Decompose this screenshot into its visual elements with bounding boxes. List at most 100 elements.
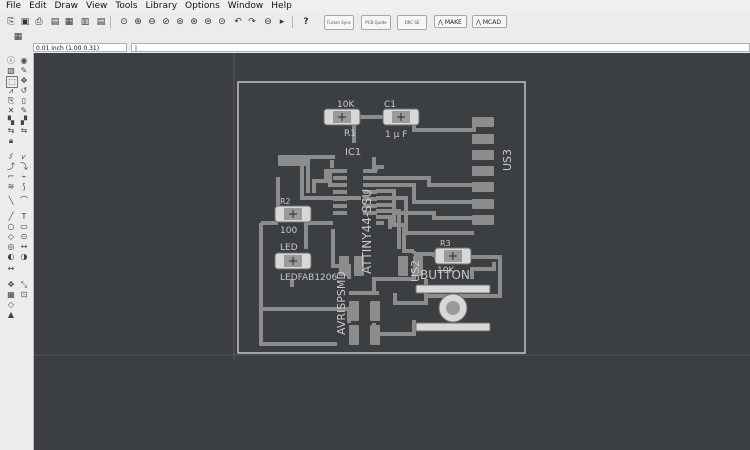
errors-icon[interactable]: ⊡ xyxy=(19,290,29,300)
make-button[interactable]: ⋀ MAKE xyxy=(434,15,467,28)
show-icon[interactable]: ◉ xyxy=(19,56,29,66)
zoom-out-icon[interactable]: ⊖ xyxy=(146,16,158,28)
warning-icon[interactable]: ▲ xyxy=(6,310,16,320)
pad xyxy=(363,169,377,173)
wire-icon[interactable]: ╲ xyxy=(6,196,16,206)
split-icon[interactable]: ⫽ xyxy=(6,152,16,162)
menu-library[interactable]: Library xyxy=(142,0,181,13)
dimension-icon[interactable]: ↔ xyxy=(19,242,29,252)
via-icon[interactable]: ⊙ xyxy=(19,232,29,242)
polygon-icon[interactable]: ◇ xyxy=(6,232,16,242)
menu-draw[interactable]: Draw xyxy=(51,0,83,13)
trace xyxy=(259,223,337,346)
script-icon[interactable]: ▤ xyxy=(95,16,107,28)
pad xyxy=(363,176,377,180)
circle-icon[interactable]: ○ xyxy=(6,222,16,232)
library-icon[interactable]: ▥ xyxy=(79,16,91,28)
command-input[interactable]: | xyxy=(131,43,750,52)
undo-icon[interactable]: ↶ xyxy=(232,16,244,28)
menu-edit[interactable]: Edit xyxy=(25,0,50,13)
name-icon[interactable]: ◇ xyxy=(6,300,16,310)
zoom-select-icon[interactable]: ⊚ xyxy=(174,16,186,28)
hole-icon[interactable]: ◎ xyxy=(6,242,16,252)
autoroute-icon[interactable]: ⟆ xyxy=(19,182,29,192)
route-icon[interactable]: ⤴ xyxy=(6,162,16,172)
make-icon: ⋀ xyxy=(438,19,445,26)
measure-icon[interactable]: ↔ xyxy=(6,264,16,274)
trace xyxy=(312,169,336,193)
change-icon[interactable]: ▞ xyxy=(19,116,29,126)
c1-value-label: 1 µ F xyxy=(385,130,407,140)
fusion-sync-button[interactable]: Fusion Sync xyxy=(324,15,354,30)
menu-options[interactable]: Options xyxy=(181,0,224,13)
meander-icon[interactable]: ⌁ xyxy=(19,172,29,182)
help-icon[interactable]: ? xyxy=(300,16,312,28)
pad xyxy=(472,215,494,225)
move-icon[interactable]: ✥ xyxy=(19,76,29,86)
text-icon[interactable]: T xyxy=(19,212,29,222)
redo-icon[interactable]: ↷ xyxy=(246,16,258,28)
copy-icon[interactable]: ⎘ xyxy=(6,96,16,106)
go-icon[interactable]: ▸ xyxy=(276,16,288,28)
ratsnest-icon[interactable]: ✥ xyxy=(6,280,16,290)
board-canvas[interactable]: 10K R1 C1 1 µ F IC1 ATTINY44-SSU R2 100 … xyxy=(34,53,750,450)
group-icon[interactable]: ▚ xyxy=(6,116,16,126)
pad xyxy=(472,134,494,144)
paste-icon[interactable]: ▯ xyxy=(19,96,29,106)
left-toolbox: ⓘ ◉ ▧ ✎ ⬚ ✥ ⩘ ↺ ⎘ ▯ ✕ ✎ ▚ ▞ ⇆ ⇋ 🔒︎ ⫽ ⩗ ⤴… xyxy=(0,53,34,450)
line-icon[interactable]: ╱ xyxy=(6,212,16,222)
r1-name-label: R1 xyxy=(344,129,356,139)
us3-name-label: US3 xyxy=(501,149,514,171)
route-airwire-icon[interactable]: ⤡ xyxy=(19,280,29,290)
miter-icon[interactable]: ⌐ xyxy=(6,172,16,182)
zoom-in-icon[interactable]: ⊕ xyxy=(132,16,144,28)
replace-icon[interactable]: ⇋ xyxy=(19,126,29,136)
attribute-icon[interactable]: ◐ xyxy=(6,252,16,262)
save-icon[interactable]: ▣ xyxy=(19,16,31,28)
mark-icon[interactable]: ✎ xyxy=(19,66,29,76)
drc-icon[interactable]: ▦ xyxy=(6,290,16,300)
drc-se-button[interactable]: DRC SE xyxy=(397,15,427,30)
menu-tools[interactable]: Tools xyxy=(111,0,141,13)
print-icon[interactable]: ⎙ xyxy=(33,16,45,28)
menu-help[interactable]: Help xyxy=(267,0,296,13)
avr-name-label: AVRISPSMD xyxy=(335,271,348,335)
rect-icon[interactable]: ▭ xyxy=(19,222,29,232)
pcb-quote-button[interactable]: PCB Quote xyxy=(361,15,391,30)
mirror-icon[interactable]: ⩘ xyxy=(6,86,16,96)
display-icon[interactable]: ▧ xyxy=(6,66,16,76)
diffpair-icon[interactable]: ≋ xyxy=(6,182,16,192)
arc-icon[interactable]: ⌒ xyxy=(19,196,29,206)
pad xyxy=(472,182,494,192)
info-icon[interactable]: ⓘ xyxy=(6,56,16,66)
rotate-icon[interactable]: ↺ xyxy=(19,86,29,96)
refresh-icon[interactable]: ⊝ xyxy=(216,16,228,28)
zoom-fit-icon[interactable]: ⊙ xyxy=(118,16,130,28)
board-icon[interactable]: ▦ xyxy=(63,16,75,28)
cam-icon[interactable]: ▤ xyxy=(49,16,61,28)
stop-icon[interactable]: ⊖ xyxy=(262,16,274,28)
zoom-redraw-icon[interactable]: ⊘ xyxy=(160,16,172,28)
delete-icon[interactable]: ✕ xyxy=(6,106,16,116)
menu-file[interactable]: File xyxy=(0,0,25,13)
lock-icon[interactable]: 🔒︎ xyxy=(6,136,16,146)
zoom-last-icon[interactable]: ⊛ xyxy=(188,16,200,28)
r3-name-label: R3 xyxy=(440,239,451,248)
zoom-area-icon[interactable]: ⊜ xyxy=(202,16,214,28)
wrench-icon[interactable]: ✎ xyxy=(19,106,29,116)
mcad-icon: ⋀ xyxy=(476,19,483,26)
toolbar-separator xyxy=(292,16,293,28)
pad xyxy=(333,204,347,208)
pad xyxy=(333,190,347,194)
c1-name-label: C1 xyxy=(384,100,396,110)
frame-icon[interactable]: ◑ xyxy=(19,252,29,262)
ripup-icon[interactable]: ⤵ xyxy=(19,162,29,172)
pad xyxy=(398,256,408,276)
open-icon[interactable]: ⎘ xyxy=(5,16,17,28)
pad xyxy=(472,150,494,160)
optimize-icon[interactable]: ⩗ xyxy=(19,152,29,162)
swap-icon[interactable]: ⇆ xyxy=(6,126,16,136)
menu-window[interactable]: Window xyxy=(224,0,268,13)
mcad-button[interactable]: ⋀ MCAD xyxy=(472,15,507,28)
menu-view[interactable]: View xyxy=(82,0,111,13)
